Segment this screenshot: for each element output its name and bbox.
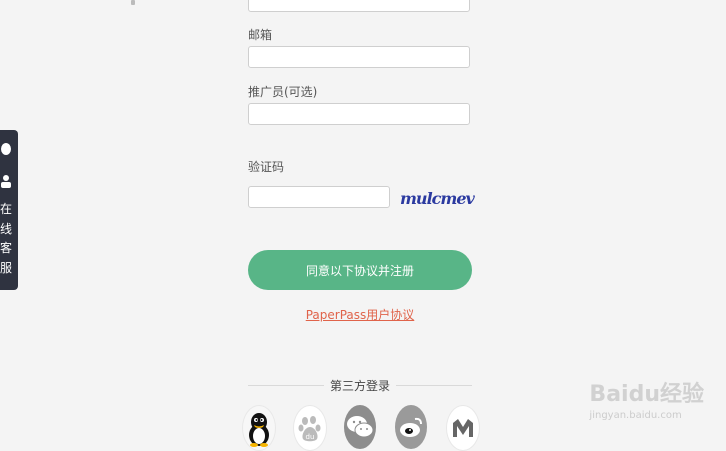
divider-right [396, 384, 473, 386]
email-input[interactable] [248, 46, 470, 68]
social-login-row: du [242, 405, 482, 451]
online-service-label: 在线客服 [0, 202, 13, 275]
svg-text:du: du [306, 433, 315, 441]
watermark-sub: jingyan.baidu.com [589, 410, 682, 421]
qq-icon[interactable] [242, 405, 276, 451]
watermark: Baidu经验 jingyan.baidu.com [589, 376, 704, 421]
weibo-icon[interactable] [395, 405, 427, 449]
third-party-label: 第三方登录 [330, 378, 391, 393]
captcha-label: 验证码 [248, 160, 285, 174]
agreement-link[interactable]: PaperPass用户协议 [248, 306, 472, 323]
wechat-icon[interactable] [344, 405, 376, 449]
divider-left [248, 384, 324, 386]
captcha-input[interactable] [248, 186, 390, 208]
third-party-title: 第三方登录 [248, 377, 473, 393]
captcha-image[interactable]: mulcmev [400, 188, 475, 208]
online-service-panel[interactable]: 在线客服 [0, 130, 18, 290]
person-icon [1, 175, 11, 188]
watermark-main: Baidu经验 [589, 382, 704, 407]
promoter-input[interactable] [248, 103, 470, 125]
previous-input[interactable] [248, 0, 470, 12]
register-button[interactable]: 同意以下协议并注册 [248, 250, 472, 290]
baidu-icon[interactable]: du [293, 405, 327, 451]
other-icon[interactable] [446, 405, 480, 451]
email-label: 邮箱 [248, 28, 273, 42]
tiny-mark [131, 0, 135, 5]
promoter-label: 推广员(可选) [248, 85, 318, 99]
qq-small-icon [1, 143, 11, 155]
